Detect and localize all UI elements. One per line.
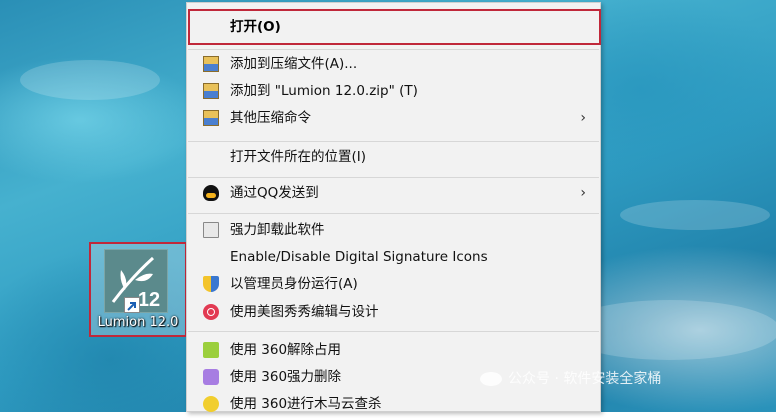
- menu-separator: [188, 213, 599, 214]
- menu-item-label: 通过QQ发送到: [230, 185, 319, 201]
- context-menu: 打开(O) 添加到压缩文件(A)... 添加到 "Lumion 12.0.zip…: [186, 2, 601, 412]
- lumion-shortcut[interactable]: 12 Lumion 12.0: [89, 242, 187, 337]
- menu-item-meitu-edit[interactable]: 使用美图秀秀编辑与设计: [187, 299, 600, 326]
- menu-item-open-location[interactable]: 打开文件所在的位置(I): [187, 144, 600, 171]
- watermark: 公众号 · 软件安装全家桶: [480, 368, 661, 388]
- menu-item-force-uninstall[interactable]: 强力卸载此软件: [187, 217, 600, 244]
- menu-item-label: Enable/Disable Digital Signature Icons: [230, 249, 488, 265]
- menu-item-signature-icons[interactable]: Enable/Disable Digital Signature Icons: [187, 244, 600, 271]
- trash-icon: [203, 222, 219, 238]
- version-badge: 12: [138, 289, 160, 311]
- meitu-icon: [203, 304, 219, 320]
- menu-item-360-unlock[interactable]: 使用 360解除占用: [187, 337, 600, 364]
- shield-icon: [203, 276, 219, 292]
- menu-item-run-as-admin[interactable]: 以管理员身份运行(A): [187, 271, 600, 298]
- menu-item-label: 使用 360解除占用: [230, 342, 342, 358]
- chevron-right-icon: ›: [580, 110, 586, 126]
- shortcut-label: Lumion 12.0: [97, 315, 179, 330]
- menu-item-label: 添加到压缩文件(A)...: [230, 56, 358, 72]
- menu-item-add-to-archive[interactable]: 添加到压缩文件(A)...: [187, 51, 600, 78]
- menu-separator: [188, 331, 599, 332]
- menu-item-label: 使用美图秀秀编辑与设计: [230, 304, 379, 320]
- chevron-right-icon: ›: [580, 185, 586, 201]
- lumion-icon: 12: [104, 249, 168, 313]
- menu-item-other-compress[interactable]: 其他压缩命令 ›: [187, 105, 600, 132]
- menu-item-label: 使用 360进行木马云查杀: [230, 396, 382, 412]
- watermark-text: 公众号 · 软件安装全家桶: [508, 371, 662, 387]
- 360-delete-icon: [203, 369, 219, 385]
- menu-item-label: 其他压缩命令: [230, 110, 311, 126]
- menu-item-label: 以管理员身份运行(A): [230, 276, 358, 292]
- archive-icon: [203, 56, 219, 72]
- 360-scan-icon: [203, 396, 219, 412]
- menu-item-open[interactable]: 打开(O): [188, 9, 601, 45]
- menu-item-label: 添加到 "Lumion 12.0.zip" (T): [230, 83, 418, 99]
- menu-item-add-to-zip[interactable]: 添加到 "Lumion 12.0.zip" (T): [187, 78, 600, 105]
- menu-item-360-scan[interactable]: 使用 360进行木马云查杀: [187, 391, 600, 418]
- shortcut-arrow-icon: [124, 297, 140, 313]
- menu-item-label: 强力卸载此软件: [230, 222, 325, 238]
- menu-separator: [188, 177, 599, 178]
- qq-icon: [203, 185, 219, 201]
- wechat-icon: [480, 372, 502, 386]
- archive-icon: [203, 110, 219, 126]
- menu-item-label: 打开文件所在的位置(I): [230, 149, 367, 165]
- menu-separator: [188, 141, 599, 142]
- menu-item-send-via-qq[interactable]: 通过QQ发送到 ›: [187, 180, 600, 207]
- menu-item-label: 使用 360强力删除: [230, 369, 342, 385]
- menu-separator: [188, 49, 599, 50]
- 360-unlock-icon: [203, 342, 219, 358]
- archive-icon: [203, 83, 219, 99]
- menu-item-label: 打开(O): [230, 19, 281, 35]
